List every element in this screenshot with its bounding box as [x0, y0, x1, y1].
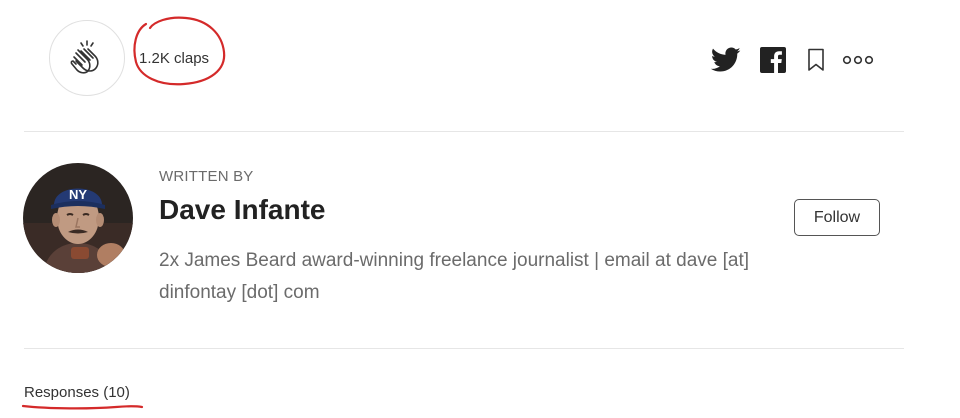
author-name[interactable]: Dave Infante — [159, 194, 326, 226]
divider-top — [24, 131, 904, 132]
follow-button[interactable]: Follow — [794, 199, 880, 236]
author-avatar[interactable]: NY — [23, 163, 133, 273]
avatar-cap-text: NY — [69, 187, 87, 202]
divider-bottom — [24, 348, 904, 349]
article-footer: 1.2K claps NY WRITTEN BY Dave Infante 2x… — [0, 0, 960, 418]
bookmark-icon[interactable] — [805, 44, 827, 76]
responses-link[interactable]: Responses (10) — [24, 384, 130, 401]
share-bar — [708, 44, 875, 76]
written-by-label: WRITTEN BY — [159, 168, 254, 185]
clap-button[interactable] — [49, 20, 125, 96]
author-bio: 2x James Beard award-winning freelance j… — [159, 250, 750, 303]
annotation-underline — [21, 404, 144, 410]
clap-count[interactable]: 1.2K claps — [139, 50, 209, 67]
clap-icon — [70, 40, 99, 74]
more-icon[interactable] — [841, 44, 875, 76]
facebook-icon[interactable] — [759, 44, 787, 76]
twitter-icon[interactable] — [708, 44, 744, 76]
